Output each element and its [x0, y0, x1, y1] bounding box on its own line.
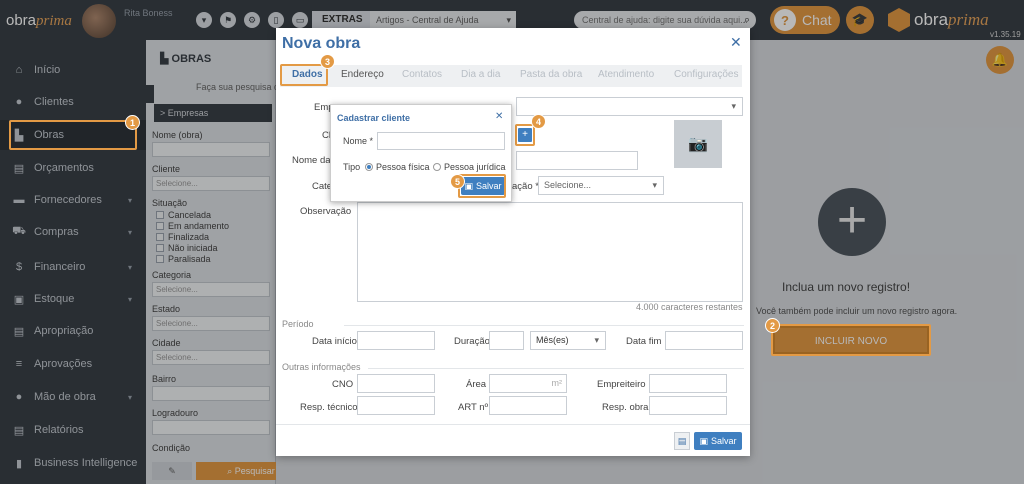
- tipo-label: Tipo: [343, 162, 361, 172]
- duracao-input[interactable]: [489, 331, 524, 350]
- resp-tecnico-label: Resp. técnico: [300, 402, 358, 413]
- tab-configuracoes[interactable]: Configurações: [674, 69, 738, 80]
- step-badge: 2: [765, 318, 780, 333]
- art-input[interactable]: [489, 396, 567, 415]
- tutorial-highlight-dados: [280, 64, 328, 86]
- camera-icon[interactable]: 📷: [674, 120, 722, 168]
- pessoa-fisica-radio[interactable]: Pessoa física: [365, 162, 430, 172]
- data-inicio-input[interactable]: [357, 331, 435, 350]
- modal-title: Nova obra: [282, 35, 361, 52]
- data-inicio-label: Data início: [312, 336, 357, 347]
- step-badge: 4: [531, 114, 546, 129]
- document-icon[interactable]: ▤: [674, 432, 690, 450]
- divider: [368, 368, 744, 369]
- observacao-label: Observação: [300, 206, 352, 217]
- cno-input[interactable]: [357, 374, 435, 393]
- floppy-icon: ▣: [699, 435, 708, 446]
- observacao-textarea[interactable]: [357, 202, 743, 302]
- cliente-nome-input[interactable]: [377, 132, 505, 150]
- duracao-unit-select[interactable]: Mês(es): [530, 331, 606, 350]
- chars-remaining: 4.000 caracteres restantes: [636, 302, 743, 312]
- divider: [344, 325, 744, 326]
- resp-tecnico-input[interactable]: [357, 396, 435, 415]
- area-label: Área: [466, 379, 487, 390]
- situacao-label: ação *: [512, 181, 539, 192]
- save-button[interactable]: ▣ Salvar: [694, 432, 742, 450]
- data-fim-input[interactable]: [665, 331, 743, 350]
- add-client-button[interactable]: +: [518, 128, 532, 142]
- resp-obra-input[interactable]: [649, 396, 727, 415]
- empreiteiro-input[interactable]: [649, 374, 727, 393]
- step-badge: 1: [125, 115, 140, 130]
- modal-tabs: Dados Endereço Contatos Dia a dia Pasta …: [280, 65, 742, 87]
- tutorial-highlight-popup-save: [458, 174, 506, 198]
- empresa-select[interactable]: [516, 97, 743, 116]
- nova-obra-modal: Nova obra ✕ Dados Endereço Contatos Dia …: [276, 28, 750, 456]
- tab-dia-a-dia[interactable]: Dia a dia: [461, 69, 500, 80]
- tutorial-highlight-obras: [9, 120, 137, 150]
- empreiteiro-label: Empreiteiro: [597, 379, 646, 390]
- pessoa-juridica-radio[interactable]: Pessoa jurídica: [433, 162, 506, 172]
- tab-contatos[interactable]: Contatos: [402, 69, 442, 80]
- nome-label: Nome *: [343, 136, 374, 146]
- resp-obra-label: Resp. obra: [602, 402, 649, 413]
- tab-atendimento[interactable]: Atendimento: [598, 69, 654, 80]
- duracao-label: Duração: [454, 336, 490, 347]
- step-badge: 5: [450, 174, 465, 189]
- nome-obra-label: Nome da: [292, 155, 331, 166]
- tutorial-highlight-incluir: [771, 324, 931, 356]
- close-icon[interactable]: ✕: [730, 34, 742, 51]
- close-icon[interactable]: ✕: [495, 111, 503, 122]
- outras-info-section: Outras informações: [282, 362, 361, 372]
- data-fim-label: Data fim: [626, 336, 662, 347]
- situacao-select[interactable]: Selecione...: [538, 176, 664, 195]
- cno-label: CNO: [332, 379, 354, 390]
- step-badge: 3: [320, 54, 335, 69]
- area-input[interactable]: m²: [489, 374, 567, 393]
- art-label: ART nº: [458, 402, 489, 413]
- tab-pasta-da-obra[interactable]: Pasta da obra: [520, 69, 582, 80]
- app-root: obraprima Rita Boness ▾ ⚑ ⚙ ▯ ▭ EXTRAS A…: [0, 0, 1024, 484]
- nome-obra-input[interactable]: [516, 151, 638, 170]
- save-label: Salvar: [711, 436, 737, 446]
- tab-endereco[interactable]: Endereço: [341, 69, 384, 80]
- popup-title: Cadastrar cliente: [337, 113, 411, 123]
- periodo-section: Período: [282, 319, 314, 329]
